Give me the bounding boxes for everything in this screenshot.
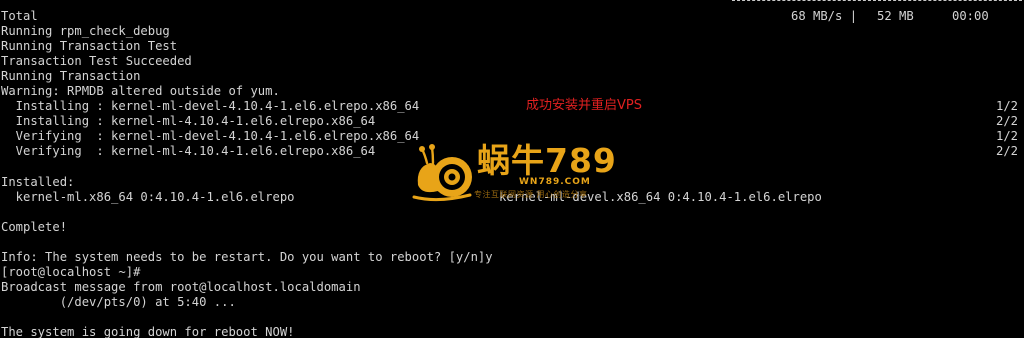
transaction-count: 2/2 bbox=[996, 114, 1019, 128]
watermark: 蜗牛789 WN789.COM 专注互联网资源 用心创造分享 bbox=[408, 141, 623, 205]
transaction-line: Installing : kernel-ml-4.10.4-1.el6.elre… bbox=[1, 114, 376, 128]
installed-header: Installed: bbox=[1, 175, 75, 189]
transaction-count: 1/2 bbox=[996, 129, 1019, 143]
shell-prompt[interactable]: [root@localhost ~]# bbox=[1, 265, 140, 280]
transaction-count: 1/2 bbox=[996, 99, 1019, 113]
installed-package: kernel-ml.x86_64 0:4.10.4-1.el6.elrepo bbox=[1, 190, 295, 204]
output-line: Running Transaction bbox=[1, 69, 141, 83]
output-line: Warning: RPMDB altered outside of yum. bbox=[1, 84, 280, 98]
download-time: 00:00 bbox=[952, 9, 989, 23]
broadcast-detail: (/dev/pts/0) at 5:40 ... bbox=[1, 295, 236, 309]
download-speed: 68 MB/s | bbox=[791, 9, 858, 23]
broadcast-message: Broadcast message from root@localhost.lo… bbox=[1, 280, 361, 294]
shutdown-message: The system is going down for reboot NOW! bbox=[1, 325, 295, 338]
progress-separator bbox=[732, 0, 1022, 8]
reboot-info: Info: The system needs to be restart. Do… bbox=[1, 250, 493, 264]
transaction-count: 2/2 bbox=[996, 144, 1019, 158]
output-line: Running Transaction Test bbox=[1, 39, 178, 53]
download-size: 52 MB bbox=[877, 9, 914, 23]
watermark-url: WN789.COM bbox=[519, 177, 591, 187]
transaction-line: Verifying : kernel-ml-4.10.4-1.el6.elrep… bbox=[1, 144, 376, 158]
output-line: Transaction Test Succeeded bbox=[1, 54, 192, 68]
output-line: Running rpm_check_debug bbox=[1, 24, 170, 38]
watermark-brand: 蜗牛789 bbox=[477, 141, 617, 180]
transaction-line: Installing : kernel-ml-devel-4.10.4-1.el… bbox=[1, 99, 420, 113]
annotation-text: 成功安装并重启VPS bbox=[526, 98, 642, 113]
terminal-window[interactable]: Total 68 MB/s | 52 MB 00:00 Running rpm_… bbox=[0, 0, 1024, 338]
snail-logo-icon bbox=[412, 144, 472, 202]
watermark-tagline: 专注互联网资源 用心创造分享 bbox=[474, 190, 588, 199]
transaction-line: Verifying : kernel-ml-devel-4.10.4-1.el6… bbox=[1, 129, 420, 143]
complete-message: Complete! bbox=[1, 220, 68, 234]
total-label: Total bbox=[1, 9, 38, 23]
